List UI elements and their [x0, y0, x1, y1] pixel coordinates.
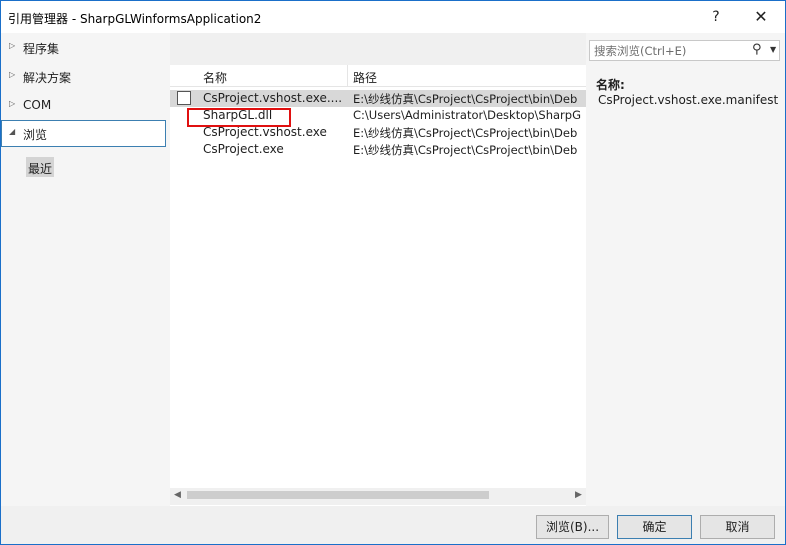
category-sidebar: ▷ 程序集 ▷ 解决方案 ▷ COM ◢ 浏览 最近: [1, 33, 170, 506]
expand-arrow-icon[interactable]: ▷: [9, 70, 15, 79]
details-pane: ⚲ ▼ 名称: CsProject.vshost.exe.manifest: [586, 33, 785, 506]
dialog-footer: 浏览(B)... 确定 取消: [1, 506, 785, 544]
horizontal-scrollbar[interactable]: ◀ ▶: [170, 488, 586, 505]
search-icon[interactable]: ⚲: [752, 42, 762, 57]
chevron-down-icon[interactable]: ▼: [770, 45, 776, 54]
expand-arrow-icon[interactable]: ▷: [9, 99, 15, 108]
collapse-arrow-icon[interactable]: ◢: [9, 127, 15, 136]
red-highlight-box: [187, 108, 291, 127]
sidebar-item-com[interactable]: ▷ COM: [1, 92, 166, 119]
sidebar-item-solution[interactable]: ▷ 解决方案: [1, 63, 166, 90]
list-header: 名称 路径: [170, 65, 586, 87]
column-divider[interactable]: [347, 65, 348, 87]
row-path: E:\纱线仿真\CsProject\CsProject\bin\Deb: [353, 126, 578, 140]
window-title: 引用管理器 - SharpGLWinformsApplication2: [8, 12, 262, 26]
title-bar: 引用管理器 - SharpGLWinformsApplication2 ? ✕: [1, 1, 785, 33]
list-row[interactable]: CsProject.vshost.exe.... E:\纱线仿真\CsProje…: [170, 90, 586, 107]
sidebar-item-label: 程序集: [23, 42, 60, 56]
scroll-right-arrow-icon[interactable]: ▶: [575, 490, 582, 500]
sidebar-subitem-recent[interactable]: 最近: [26, 157, 54, 177]
sidebar-item-label: 解决方案: [23, 71, 72, 85]
row-name: CsProject.vshost.exe....: [203, 91, 343, 105]
row-name: CsProject.exe: [203, 142, 284, 156]
row-name: CsProject.vshost.exe: [203, 125, 327, 139]
scroll-left-arrow-icon[interactable]: ◀: [174, 490, 181, 500]
cancel-button[interactable]: 取消: [700, 515, 775, 539]
expand-arrow-icon[interactable]: ▷: [9, 41, 15, 50]
browse-button[interactable]: 浏览(B)...: [536, 515, 609, 539]
column-header-name[interactable]: 名称: [203, 69, 227, 86]
detail-name-label: 名称:: [596, 78, 625, 92]
detail-name-value: CsProject.vshost.exe.manifest: [598, 93, 779, 107]
ok-button[interactable]: 确定: [617, 515, 692, 539]
search-input[interactable]: [590, 41, 745, 60]
sidebar-item-label: 浏览: [23, 128, 48, 142]
row-path: E:\纱线仿真\CsProject\CsProject\bin\Deb: [353, 143, 578, 157]
row-path: C:\Users\Administrator\Desktop\SharpG: [353, 108, 582, 122]
column-header-path[interactable]: 路径: [353, 69, 377, 86]
scrollbar-thumb[interactable]: [187, 491, 489, 499]
close-button[interactable]: ✕: [746, 5, 776, 29]
help-button[interactable]: ?: [701, 5, 731, 29]
sidebar-item-label: COM: [23, 98, 52, 112]
include-checkbox[interactable]: [177, 91, 191, 105]
sidebar-item-assemblies[interactable]: ▷ 程序集: [1, 34, 166, 61]
list-row[interactable]: CsProject.exe E:\纱线仿真\CsProject\CsProjec…: [170, 141, 586, 158]
reference-list: 名称 路径 CsProject.vshost.exe.... E:\纱线仿真\C…: [170, 65, 586, 506]
reference-manager-window: 引用管理器 - SharpGLWinformsApplication2 ? ✕ …: [0, 0, 786, 545]
sidebar-subitem-label: 最近: [28, 162, 53, 176]
row-path: E:\纱线仿真\CsProject\CsProject\bin\Deb: [353, 92, 578, 106]
sidebar-item-browse[interactable]: ◢ 浏览: [1, 120, 166, 147]
search-box[interactable]: ⚲ ▼: [589, 40, 780, 61]
